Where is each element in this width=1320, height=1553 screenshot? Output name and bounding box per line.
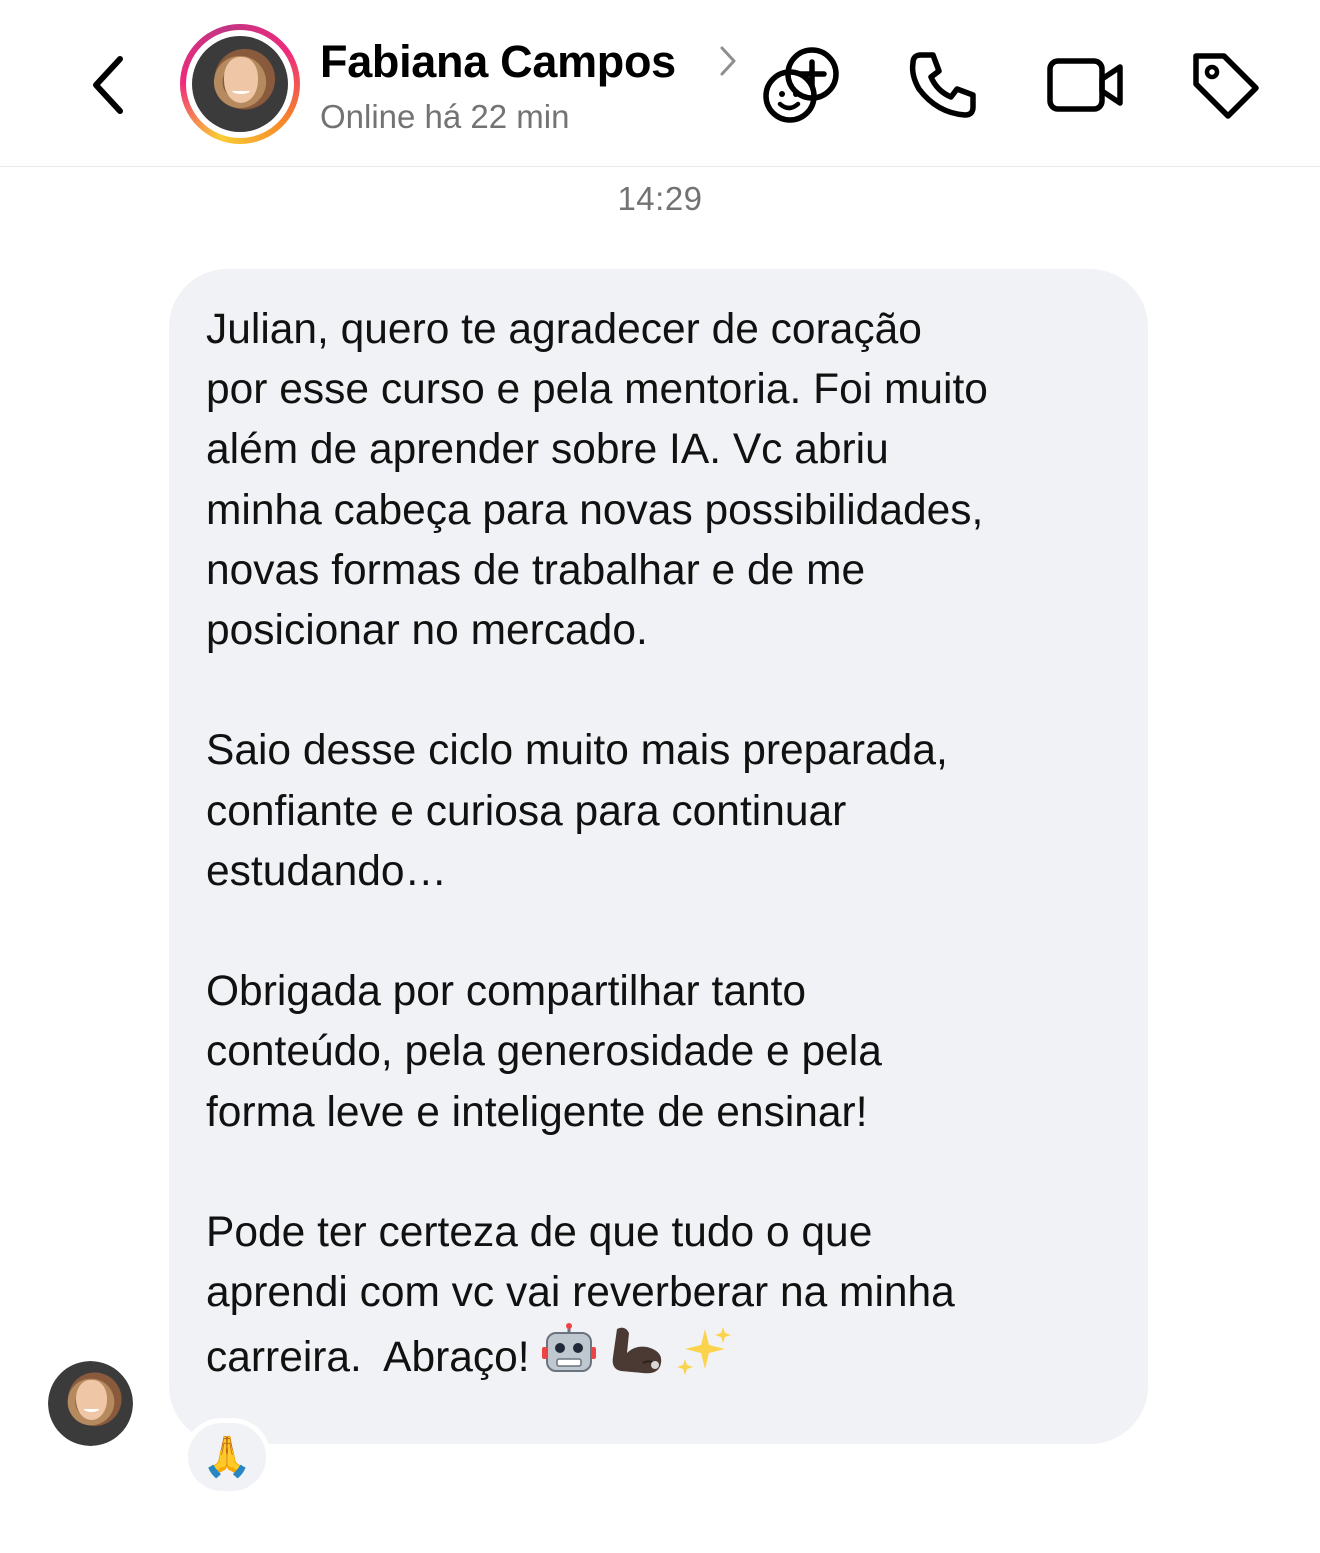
chevron-left-icon xyxy=(93,56,123,114)
tag-icon xyxy=(1193,53,1259,119)
add-to-group-button[interactable] xyxy=(756,40,846,130)
online-status: Online há 22 min xyxy=(320,98,570,135)
add-to-group-icon xyxy=(763,47,839,123)
video-camera-icon xyxy=(1047,58,1123,112)
back-button[interactable] xyxy=(72,40,144,130)
phone-icon xyxy=(909,52,976,118)
sender-avatar-photo xyxy=(48,1361,133,1446)
chevron-right-icon[interactable] xyxy=(718,44,738,78)
video-call-button[interactable] xyxy=(1040,40,1130,130)
message-text: Julian, quero te agradecer de coração po… xyxy=(206,300,1126,1389)
contact-avatar[interactable] xyxy=(180,24,300,144)
message-emojis xyxy=(541,1323,743,1388)
tag-button[interactable] xyxy=(1180,40,1270,130)
message-reaction[interactable]: 🙏 xyxy=(183,1418,271,1496)
call-button[interactable] xyxy=(898,40,988,130)
robot-emoji xyxy=(542,1323,597,1373)
folded-hands-reaction: 🙏 xyxy=(202,1435,252,1479)
chat-header: Fabiana Campos Online há 22 min xyxy=(0,0,1320,167)
sender-avatar[interactable] xyxy=(48,1361,133,1446)
sparkles-emoji xyxy=(677,1327,732,1376)
avatar-photo xyxy=(192,36,288,132)
message-timestamp: 14:29 xyxy=(617,180,703,217)
flexed-biceps-emoji xyxy=(613,1328,662,1374)
message-body: Julian, quero te agradecer de coração po… xyxy=(206,306,988,1382)
contact-name[interactable]: Fabiana Campos xyxy=(320,36,676,88)
